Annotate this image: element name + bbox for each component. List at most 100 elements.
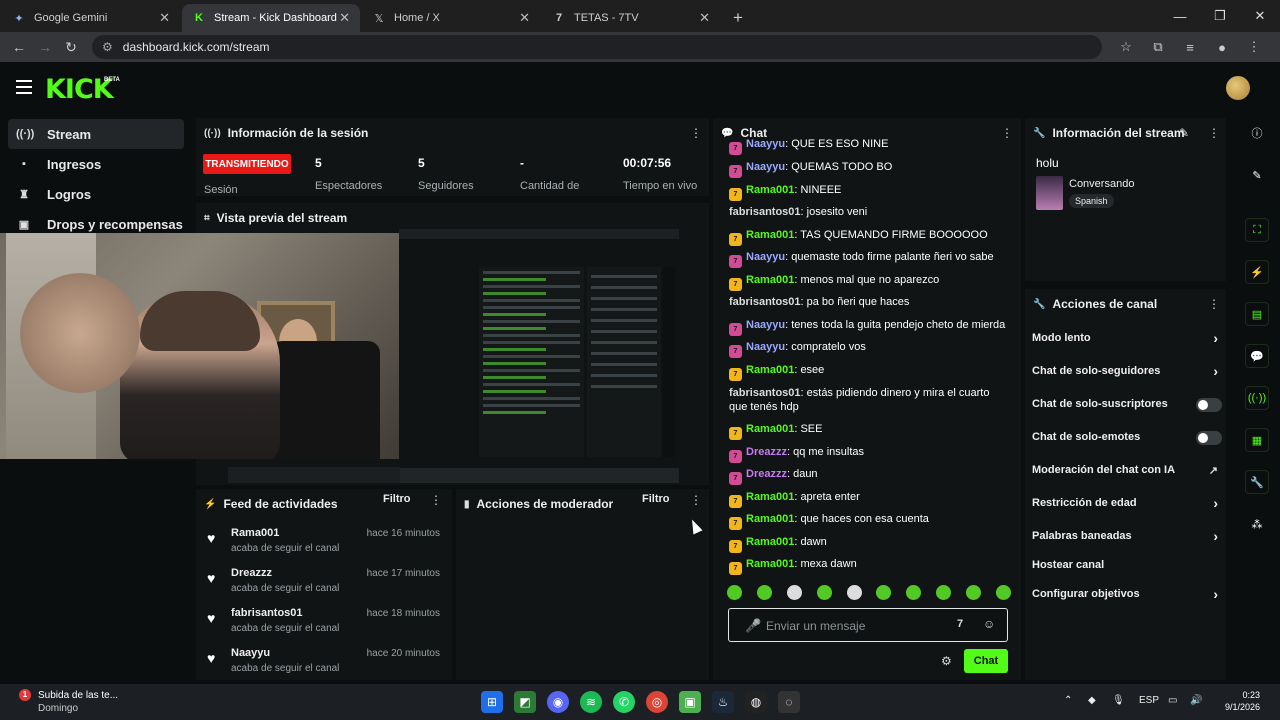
edit-pencil-icon[interactable]: ✎ (1179, 126, 1189, 140)
7tv-emote-icon[interactable]: 7 (957, 618, 963, 630)
reload-icon[interactable]: ↻ (58, 34, 84, 60)
menu-icon[interactable]: ⋮ (1242, 35, 1266, 59)
toggle-switch[interactable] (1196, 431, 1222, 445)
edit-icon[interactable]: ✎ (1245, 163, 1269, 187)
close-window-icon[interactable]: ✕ (1240, 0, 1280, 32)
chat-username[interactable]: Naayyu (746, 161, 785, 173)
emote-icon[interactable] (846, 585, 862, 600)
tab-x-home[interactable]: 𝕏 Home / X ✕ (362, 4, 540, 32)
chat-username[interactable]: Rama001 (746, 491, 794, 503)
info-icon[interactable]: ⓘ (1245, 121, 1269, 145)
emoji-icon[interactable]: ☺ (983, 617, 995, 631)
emote-icon[interactable] (786, 585, 802, 600)
channel-action-item[interactable]: Restricción de edad › (1032, 495, 1222, 517)
site-info-icon[interactable]: ⚙ (102, 40, 113, 54)
hamburger-menu-icon[interactable] (16, 80, 32, 94)
chat-message-input[interactable]: 🎤 Enviar un mensaje 7 ☺ (728, 608, 1008, 642)
volume-icon[interactable]: 🔊 (1190, 695, 1202, 706)
network-icon[interactable]: ▭ (1168, 695, 1177, 706)
sidebar-item-logros[interactable]: ♜ Logros (8, 179, 184, 209)
obs-icon[interactable]: ◍ (745, 691, 767, 713)
kebab-menu-icon[interactable]: ⋮ (1001, 126, 1013, 140)
chat-username[interactable]: Rama001 (746, 364, 794, 376)
maximize-icon[interactable]: ❐ (1200, 0, 1240, 32)
toggle-switch[interactable] (1196, 398, 1222, 412)
mod-filter-button[interactable]: Filtro (642, 493, 670, 505)
channel-action-item[interactable]: Palabras baneadas › (1032, 528, 1222, 550)
kebab-menu-icon[interactable]: ⋮ (1208, 297, 1220, 311)
close-tab-icon[interactable]: ✕ (159, 10, 170, 26)
keyboard-language[interactable]: ESP (1139, 695, 1159, 706)
emote-icon[interactable] (966, 585, 981, 600)
sidebar-item-ingresos[interactable]: ▪ Ingresos (8, 149, 184, 179)
chat-username[interactable]: Rama001 (746, 229, 794, 241)
url-input[interactable]: ⚙ dashboard.kick.com/stream (92, 35, 1102, 59)
notification-app-icon[interactable]: 1 (14, 689, 31, 712)
chat-username[interactable]: Naayyu (746, 138, 785, 150)
chat-username[interactable]: Dreazzz (746, 468, 787, 480)
user-avatar[interactable] (1226, 76, 1250, 100)
steam-icon[interactable]: ♨ (712, 691, 734, 713)
emote-icon[interactable] (995, 585, 1011, 600)
chat-username[interactable]: Rama001 (746, 558, 794, 570)
extensions-icon[interactable]: ⧉ (1146, 35, 1170, 59)
kebab-menu-icon[interactable]: ⋮ (690, 126, 702, 140)
chat-username[interactable]: Naayyu (746, 341, 785, 353)
channel-action-item[interactable]: Modo lento › (1032, 330, 1222, 352)
stream-preview-video[interactable] (399, 229, 679, 483)
chat-username[interactable]: fabrisantos01 (729, 296, 801, 308)
close-tab-icon[interactable]: ✕ (699, 10, 710, 26)
chat-username[interactable]: Naayyu (746, 319, 785, 331)
sidebar-item-stream[interactable]: ((·)) Stream (8, 119, 184, 149)
document-icon[interactable]: ▤ (1245, 302, 1269, 326)
emote-icon[interactable] (727, 585, 742, 600)
spotify-icon[interactable]: ≋ (580, 691, 602, 713)
emote-icon[interactable] (816, 585, 832, 600)
system-clock[interactable]: 0:23 9/1/2026 (1216, 689, 1260, 713)
emote-icon[interactable] (756, 585, 772, 600)
channel-action-item[interactable]: Moderación del chat con IA ↗ (1032, 464, 1222, 484)
send-chat-button[interactable]: Chat (964, 649, 1008, 673)
kebab-menu-icon[interactable]: ⋮ (1208, 126, 1220, 140)
channel-action-item[interactable]: Chat de solo-suscriptores (1032, 398, 1222, 418)
close-tab-icon[interactable]: ✕ (339, 10, 350, 26)
tab-google-gemini[interactable]: ✦ Google Gemini ✕ (2, 4, 180, 32)
chrome-icon[interactable]: ◎ (646, 691, 668, 713)
chat-username[interactable]: Rama001 (746, 513, 794, 525)
microphone-icon[interactable]: 🎤 (745, 618, 761, 634)
minecraft-icon[interactable]: ◩ (514, 691, 536, 713)
chat-username[interactable]: fabrisantos01 (729, 387, 801, 399)
feed-filter-button[interactable]: Filtro (383, 493, 411, 505)
microphone-tray-icon[interactable]: 🎙 (1112, 695, 1125, 706)
media-icon[interactable]: ≡ (1178, 35, 1202, 59)
wrench-icon[interactable]: 🔧 (1245, 470, 1269, 494)
chat-username[interactable]: Rama001 (746, 536, 794, 548)
broadcast-icon[interactable]: ((·)) (1245, 386, 1269, 410)
minecraft-launcher-icon[interactable]: ▣ (679, 691, 701, 713)
apps-icon[interactable]: ⁂ (1245, 512, 1269, 536)
kick-logo[interactable]: KICK (45, 74, 114, 105)
emote-icon[interactable] (936, 585, 952, 600)
back-icon[interactable]: ← (6, 34, 32, 60)
close-tab-icon[interactable]: ✕ (519, 10, 530, 26)
channel-action-item[interactable]: Chat de solo-seguidores › (1032, 363, 1222, 385)
whatsapp-icon[interactable]: ✆ (613, 691, 635, 713)
channel-action-item[interactable]: Configurar objetivos › (1032, 586, 1222, 608)
channel-action-item[interactable]: Hostear canal (1032, 559, 1222, 579)
channel-action-item[interactable]: Chat de solo-emotes (1032, 431, 1222, 451)
app-icon[interactable]: ◌ (778, 691, 800, 713)
minimize-icon[interactable]: — (1160, 0, 1200, 32)
bolt-icon[interactable]: ⚡ (1245, 260, 1269, 284)
clip-icon[interactable]: ⛶ (1245, 218, 1269, 242)
forward-icon[interactable]: → (32, 34, 58, 60)
chat-username[interactable]: fabrisantos01 (729, 206, 801, 218)
chat-username[interactable]: Rama001 (746, 423, 794, 435)
new-tab-button[interactable]: + (724, 4, 752, 32)
chat-username[interactable]: Rama001 (746, 274, 794, 286)
bookmark-star-icon[interactable]: ☆ (1114, 35, 1138, 59)
profile-icon[interactable]: ● (1210, 35, 1234, 59)
discord-icon[interactable]: ◉ (547, 691, 569, 713)
windows-start-icon[interactable]: ⊞ (481, 691, 503, 713)
chat-username[interactable]: Naayyu (746, 251, 785, 263)
chat-icon[interactable]: 💬 (1245, 344, 1269, 368)
